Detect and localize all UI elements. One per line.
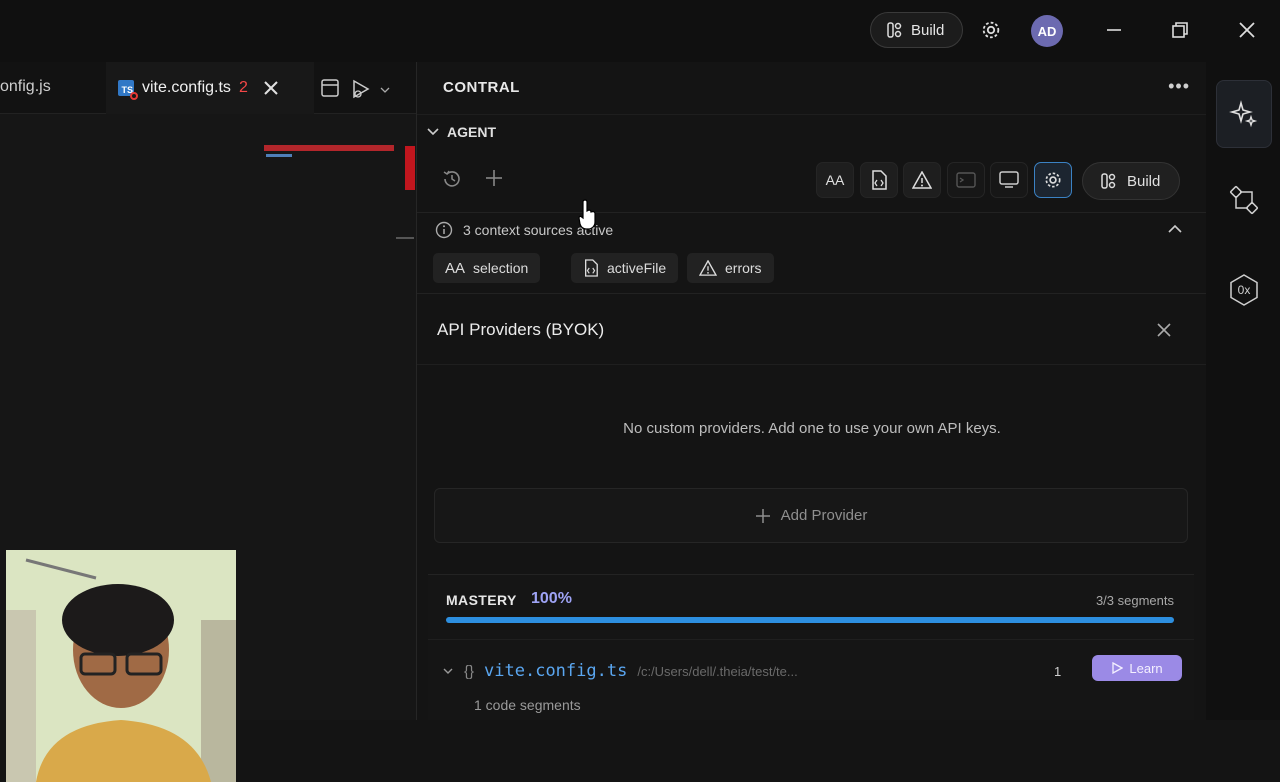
close-window-icon[interactable] [1235, 18, 1259, 42]
tab-problem-count: 2 [238, 79, 248, 96]
mastery-file-count: 1 [1054, 663, 1062, 679]
titlebar-build-label: Build [911, 21, 945, 39]
chevron-down-icon [427, 127, 439, 135]
context-chip-selection[interactable]: AA selection [433, 253, 541, 283]
context-sources: 3 context sources active AA selection ac… [417, 212, 1207, 294]
webcam-overlay [6, 550, 236, 782]
file-code-icon [585, 259, 598, 277]
empty-providers-message: No custom providers. Add one to use your… [623, 420, 1001, 437]
new-chat-plus-icon[interactable] [484, 168, 504, 188]
code-segments-text: 1 code segments [474, 697, 581, 713]
rail-workflow[interactable] [1216, 166, 1272, 234]
activity-rail: 0x [1206, 62, 1280, 720]
mastery-file-name[interactable]: vite.config.ts [484, 661, 627, 681]
divider [417, 364, 1207, 365]
info-icon [435, 221, 453, 239]
close-tab-icon[interactable] [262, 79, 280, 97]
mastery-progress-bar [446, 617, 1174, 623]
mastery-file-path: /c:/Users/dell/.theia/test/te... [637, 663, 798, 679]
rail-hex-tool[interactable]: 0x [1216, 256, 1272, 324]
build-icon [1101, 173, 1116, 189]
file-code-icon [872, 170, 887, 190]
mastery-file-row[interactable]: {} vite.config.ts /c:/Users/dell/.theia/… [442, 655, 1182, 683]
font-size-icon: AA [825, 172, 845, 188]
rail-ai-agent[interactable] [1216, 80, 1272, 148]
typescript-file-icon: TS [118, 80, 138, 100]
tab-config-js[interactable]: onfig.js [0, 78, 51, 96]
agent-toolbar: AA Build [417, 152, 1207, 208]
split-editor-icon[interactable] [320, 78, 340, 98]
mastery-section: MASTERY 100% 3/3 segments {} vite.config… [428, 574, 1194, 720]
chip-label: activeFile [607, 260, 667, 276]
mastery-label: MASTERY [446, 592, 517, 608]
errors-button[interactable] [903, 162, 941, 198]
context-chip-activefile[interactable]: activeFile [571, 253, 679, 283]
settings-gear-icon[interactable] [980, 19, 1002, 41]
run-debug-icon[interactable] [350, 78, 372, 100]
api-providers-title: API Providers (BYOK) [437, 320, 605, 339]
editor-tab-bar: onfig.js TS vite.config.ts 2 [0, 62, 416, 114]
sparkle-icon [1229, 100, 1258, 128]
titlebar-build-button[interactable]: Build [870, 12, 963, 48]
font-size-icon: AA [445, 259, 466, 277]
minimap-error-marker [264, 145, 394, 151]
minimap-code-marker [266, 154, 292, 157]
agent-section-toggle[interactable]: AGENT [417, 114, 1207, 148]
agent-section-label: AGENT [447, 123, 496, 140]
settings-button[interactable] [1034, 162, 1072, 198]
minimize-icon[interactable] [1102, 18, 1126, 42]
hex-icon-text: 0x [1237, 283, 1251, 297]
mastery-progress-fill [446, 617, 1174, 623]
mastery-percent: 100% [531, 590, 572, 607]
scrollbar-error-marker[interactable] [405, 146, 415, 190]
terminal-button[interactable] [947, 162, 985, 198]
warning-icon [699, 260, 717, 276]
agent-build-label: Build [1127, 172, 1161, 190]
webcam-person-image [6, 550, 236, 782]
agent-build-button[interactable]: Build [1082, 162, 1180, 200]
warning-icon [912, 171, 932, 189]
user-avatar[interactable]: AD [1031, 15, 1063, 47]
file-code-button[interactable] [860, 162, 898, 198]
close-icon[interactable] [1154, 320, 1174, 340]
terminal-icon [956, 172, 976, 188]
restore-icon[interactable] [1168, 18, 1192, 42]
braces-icon: {} [464, 662, 475, 680]
learn-label: Learn [1129, 660, 1163, 676]
scrollbar-thumb[interactable] [396, 237, 414, 239]
context-chip-errors[interactable]: errors [687, 253, 774, 283]
font-size-button[interactable]: AA [816, 162, 854, 198]
plus-icon [755, 508, 770, 523]
mouse-cursor-icon [578, 199, 596, 230]
play-icon [1112, 662, 1124, 674]
divider [428, 639, 1194, 640]
build-icon [887, 22, 902, 38]
panel-title: CONTRAL [443, 78, 520, 96]
tab-label: vite.config.ts [142, 79, 231, 96]
api-providers-section: API Providers (BYOK) No custom providers… [417, 298, 1207, 560]
gear-icon [1045, 172, 1061, 188]
mastery-segments: 3/3 segments [1095, 593, 1174, 608]
chevron-down-icon [443, 668, 453, 674]
add-provider-label: Add Provider [780, 507, 868, 524]
title-bar: Build AD [0, 0, 1280, 62]
history-icon[interactable] [441, 168, 463, 190]
chip-label: errors [725, 260, 762, 276]
more-options-icon[interactable]: ••• [1168, 76, 1190, 97]
add-provider-button[interactable]: Add Provider [434, 488, 1188, 543]
workflow-icon [1230, 186, 1258, 214]
chevron-down-icon[interactable] [380, 86, 390, 94]
editor-area: onfig.js TS vite.config.ts 2 [0, 62, 416, 782]
chip-label: selection [473, 260, 529, 276]
monitor-icon [999, 171, 1019, 188]
preview-button[interactable] [990, 162, 1028, 198]
tab-vite-config[interactable]: TS vite.config.ts 2 [106, 62, 314, 114]
chevron-up-icon[interactable] [1167, 223, 1183, 235]
learn-button[interactable]: Learn [1092, 655, 1182, 681]
contral-panel: CONTRAL ••• AGENT AA Build 3 context sou… [416, 62, 1207, 720]
